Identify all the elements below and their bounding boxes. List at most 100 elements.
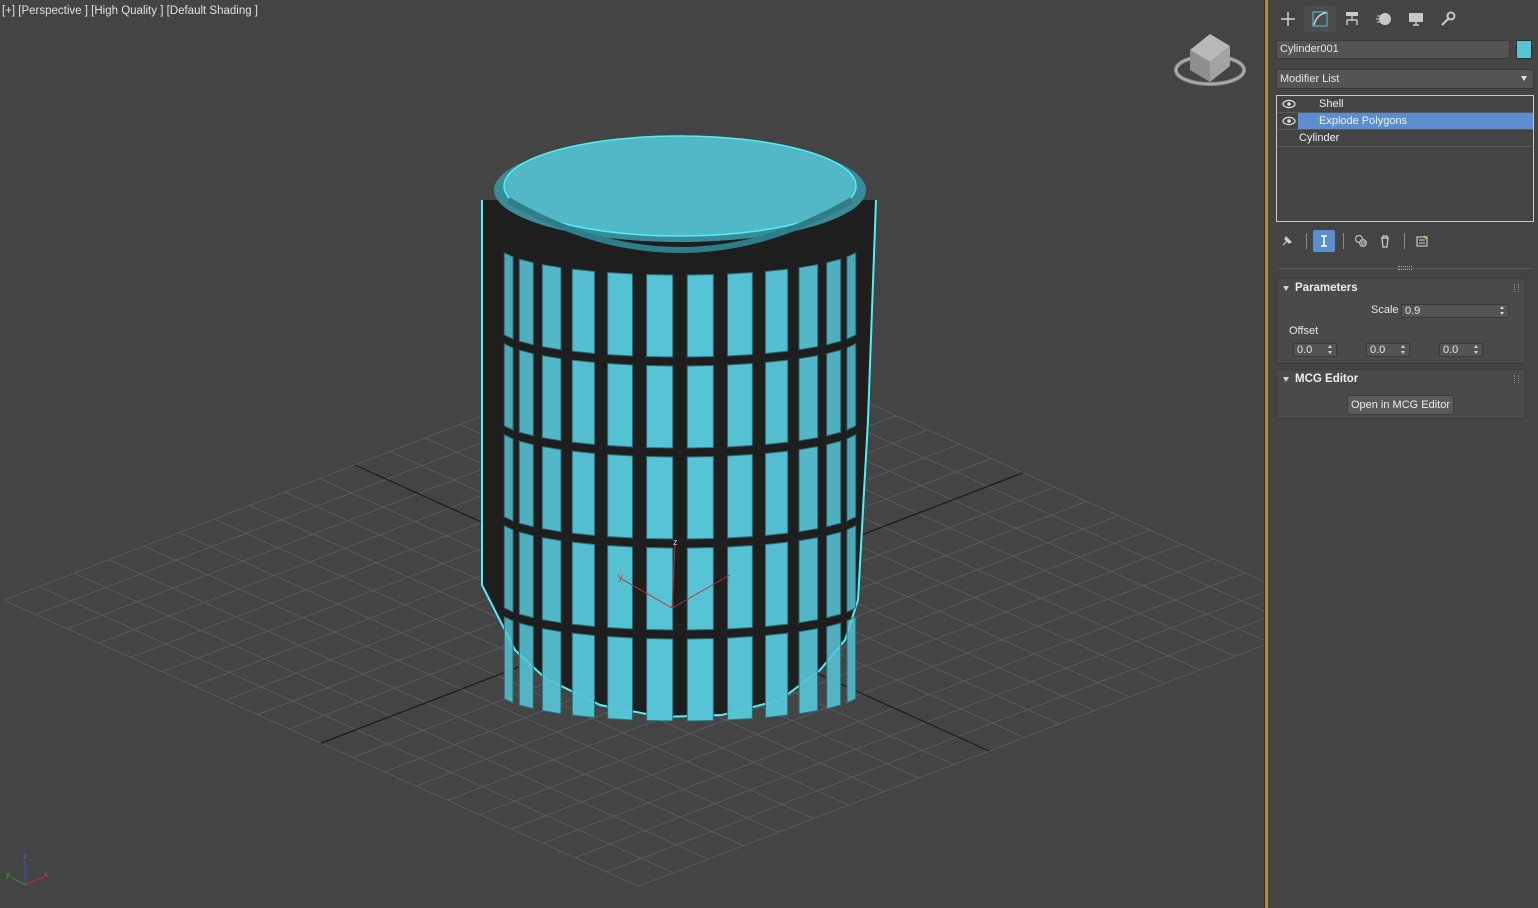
command-panel: Cylinder001 Modifier List Shell Explode … xyxy=(1268,0,1538,908)
trash-icon xyxy=(1381,235,1389,248)
cylinder-cap xyxy=(503,135,857,237)
polygon-tile xyxy=(727,271,753,357)
tab-create[interactable] xyxy=(1272,6,1304,32)
perspective-viewport[interactable]: y z x y z [+] [Perspective ] [High Quali… xyxy=(0,0,1264,908)
viewport-label[interactable]: [+] [Perspective ] [High Quality ] [Defa… xyxy=(2,5,258,17)
tab-utilities[interactable] xyxy=(1432,6,1464,32)
polygon-tile xyxy=(686,273,714,358)
offset-y-spinner[interactable]: 0.0 xyxy=(1366,343,1410,357)
open-mcg-editor-button[interactable]: Open in MCG Editor xyxy=(1347,395,1454,415)
tab-display[interactable] xyxy=(1400,6,1432,32)
offset-x-value: 0.0 xyxy=(1297,344,1313,356)
toolbar-separator xyxy=(1404,233,1405,249)
splitter-grip-icon[interactable] xyxy=(1398,266,1412,270)
polygon-tile xyxy=(541,355,562,442)
toolbar-separator xyxy=(1343,233,1344,249)
polygon-tile xyxy=(646,455,674,540)
polygon-tile xyxy=(503,616,514,704)
polygon-tile xyxy=(846,252,857,340)
polygon-tile xyxy=(727,362,753,448)
polygon-tile xyxy=(846,616,857,704)
polygon-tile xyxy=(646,364,674,449)
polygon-tile xyxy=(826,622,842,710)
spinner-arrows-icon[interactable] xyxy=(1401,345,1406,355)
polygon-tile xyxy=(607,453,633,539)
stack-item-cylinder[interactable]: Cylinder xyxy=(1277,130,1533,147)
polygon-tile xyxy=(541,537,562,624)
remove-modifier-button[interactable] xyxy=(1374,230,1396,252)
offset-y-value: 0.0 xyxy=(1370,344,1386,356)
modifier-stack-toolbar xyxy=(1276,230,1435,252)
scale-label: Scale xyxy=(1371,304,1399,316)
toolbar-separator xyxy=(1306,233,1307,249)
rollout-title: Parameters xyxy=(1295,282,1358,294)
mcg-editor-rollout-header[interactable]: MCG Editor xyxy=(1277,370,1525,390)
polygon-tile xyxy=(541,446,562,533)
tab-hierarchy[interactable] xyxy=(1336,6,1368,32)
polygon-tile xyxy=(503,525,514,613)
polygon-tile xyxy=(826,531,842,619)
spinner-arrows-icon[interactable] xyxy=(1474,345,1479,355)
object-color-swatch[interactable] xyxy=(1516,40,1532,59)
modifier-list-dropdown[interactable]: Modifier List xyxy=(1276,69,1534,89)
modifier-stack[interactable]: Shell Explode Polygons Cylinder xyxy=(1276,95,1534,222)
offset-x-spinner[interactable]: 0.0 xyxy=(1293,343,1337,357)
parameters-rollout-header[interactable]: Parameters xyxy=(1277,279,1525,299)
chevron-down-icon xyxy=(1521,76,1527,81)
plus-icon xyxy=(1281,12,1295,26)
eye-icon[interactable] xyxy=(1282,99,1296,109)
command-panel-tabs xyxy=(1272,6,1464,32)
polygon-tile xyxy=(571,632,596,719)
gizmo-z-label: z xyxy=(673,537,678,547)
polygon-tile xyxy=(727,544,753,630)
display-monitor-icon xyxy=(1409,13,1423,26)
gizmo-y-label: y xyxy=(618,572,623,583)
pin-stack-button[interactable] xyxy=(1276,230,1298,252)
polygon-tile xyxy=(846,525,857,613)
make-unique-button[interactable] xyxy=(1350,230,1372,252)
polygon-tile xyxy=(571,268,596,355)
mcg-editor-rollout: MCG Editor Open in MCG Editor xyxy=(1276,369,1526,419)
tab-motion[interactable] xyxy=(1368,6,1400,32)
modify-curve-icon xyxy=(1312,11,1328,27)
offset-z-spinner[interactable]: 0.0 xyxy=(1439,343,1483,357)
stack-item-shell[interactable]: Shell xyxy=(1277,96,1533,113)
configure-sets-icon xyxy=(1416,235,1428,247)
polygon-tile xyxy=(764,359,789,446)
polygon-tile xyxy=(571,359,596,446)
parameters-rollout: Parameters Scale 0.9 Offset 0.0 0.0 0.0 xyxy=(1276,278,1526,364)
viewport-scene[interactable]: y z x y z xyxy=(0,0,1264,908)
spinner-arrows-icon[interactable] xyxy=(1500,306,1505,316)
drag-handle-icon[interactable] xyxy=(1514,284,1519,292)
polygon-tile xyxy=(518,531,534,619)
hierarchy-icon xyxy=(1346,12,1358,25)
tripod-z-label: z xyxy=(23,852,27,861)
polygon-tile xyxy=(607,635,633,721)
scale-spinner[interactable]: 0.9 xyxy=(1401,304,1509,318)
polygon-tile xyxy=(571,450,596,537)
drag-handle-icon[interactable] xyxy=(1514,375,1519,383)
stack-item-label: Cylinder xyxy=(1299,132,1340,144)
collapse-triangle-icon xyxy=(1283,286,1289,291)
stack-item-label: Explode Polygons xyxy=(1319,115,1408,127)
spinner-arrows-icon[interactable] xyxy=(1328,345,1333,355)
tripod-x-label: x xyxy=(44,870,48,879)
motion-icon xyxy=(1376,13,1391,25)
stack-item-explode-polygons[interactable]: Explode Polygons xyxy=(1277,113,1533,130)
polygon-tile xyxy=(541,264,562,351)
wrench-icon xyxy=(1441,11,1456,26)
eye-icon[interactable] xyxy=(1282,116,1296,126)
pin-icon xyxy=(1282,235,1293,246)
object-name-field[interactable]: Cylinder001 xyxy=(1276,40,1510,59)
tripod-y-label: y xyxy=(6,870,10,879)
show-end-result-button[interactable] xyxy=(1313,230,1335,252)
polygon-tile xyxy=(764,541,789,628)
polygon-tile xyxy=(646,637,674,722)
viewcube xyxy=(1174,34,1246,86)
polygon-tile xyxy=(798,446,819,533)
cylinder-object xyxy=(481,135,877,722)
polygon-tile xyxy=(764,632,789,719)
tab-modify[interactable] xyxy=(1304,6,1336,32)
configure-modifier-sets-button[interactable] xyxy=(1411,230,1433,252)
offset-z-value: 0.0 xyxy=(1443,344,1459,356)
